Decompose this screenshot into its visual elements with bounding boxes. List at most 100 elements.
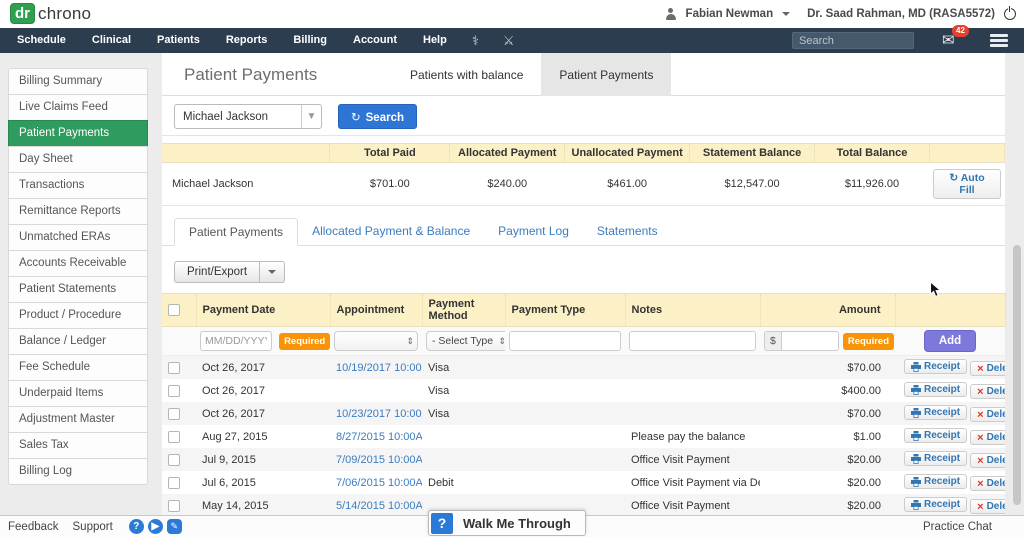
sidebar-item[interactable]: Adjustment Master [8, 406, 148, 433]
nav-reports[interactable]: Reports [213, 28, 281, 53]
delete-button[interactable]: ×Delete [970, 453, 1005, 468]
row-checkbox[interactable] [168, 453, 180, 466]
sidebar-item[interactable]: Billing Log [8, 458, 148, 485]
row-checkbox[interactable] [168, 499, 180, 512]
amount-input[interactable] [780, 331, 839, 351]
sidebar-item[interactable]: Billing Summary [8, 68, 148, 95]
nav-schedule[interactable]: Schedule [4, 28, 79, 53]
feedback-link[interactable]: Feedback [8, 521, 59, 533]
receipt-button[interactable]: Receipt [904, 428, 968, 443]
patient-select[interactable]: Michael Jackson ▼ [174, 104, 322, 129]
subtab-payment-log[interactable]: Payment Log [484, 218, 583, 245]
sidebar-item[interactable]: Accounts Receivable [8, 250, 148, 277]
caduceus-icon[interactable]: ⚕ [460, 28, 491, 53]
delete-button[interactable]: ×Delete [970, 430, 1005, 445]
row-checkbox[interactable] [168, 407, 180, 420]
delete-button[interactable]: ×Delete [970, 407, 1005, 422]
sidebar-item[interactable]: Underpaid Items [8, 380, 148, 407]
hamburger-menu-icon[interactable] [990, 31, 1008, 49]
practice-chat-link[interactable]: Practice Chat [923, 521, 992, 533]
nav-billing[interactable]: Billing [280, 28, 340, 53]
subtab-allocated-payment-balance[interactable]: Allocated Payment & Balance [298, 218, 484, 245]
sidebar-item[interactable]: Live Claims Feed [8, 94, 148, 121]
vertical-scrollbar[interactable] [1013, 60, 1022, 509]
nav-account[interactable]: Account [340, 28, 410, 53]
crossed-tools-icon[interactable]: ⚔ [491, 28, 527, 53]
appointment-link[interactable]: 5/14/2015 10:00AM [336, 500, 422, 512]
add-button[interactable]: Add [923, 330, 977, 352]
header-unallocated-payment: Unallocated Payment [564, 143, 691, 163]
subtab-patient-payments[interactable]: Patient Payments [174, 218, 299, 246]
row-checkbox[interactable] [168, 361, 180, 374]
appointment-select[interactable]: ⇕ [334, 331, 418, 351]
sidebar-item[interactable]: Transactions [8, 172, 148, 199]
receipt-button[interactable]: Receipt [904, 382, 968, 397]
scrollbar-thumb[interactable] [1013, 245, 1021, 505]
global-search-input[interactable] [792, 32, 914, 49]
select-all-checkbox[interactable] [168, 304, 180, 317]
print-export-caret-button[interactable] [260, 261, 286, 283]
receipt-button[interactable]: Receipt [904, 359, 968, 374]
delete-button[interactable]: ×Delete [970, 361, 1005, 376]
statement-balance-value: $12,547.00 [689, 162, 815, 206]
video-play-icon[interactable]: ▶ [147, 519, 163, 534]
select-stepper-icon: ⇕ [495, 336, 505, 347]
auto-fill-button[interactable]: ↻ Auto Fill [933, 169, 1001, 199]
appointment-link[interactable]: 10/19/2017 10:00AM [336, 362, 422, 374]
search-button[interactable]: ↻ Search [338, 104, 417, 129]
header-total-paid: Total Paid [329, 143, 451, 163]
payment-method-cell: Visa [428, 361, 450, 374]
amount-cell: $70.00 [847, 407, 881, 420]
sidebar-item[interactable]: Fee Schedule [8, 354, 148, 381]
header-statement-balance: Statement Balance [689, 143, 816, 163]
help-question-icon[interactable]: ? [128, 519, 144, 534]
nav-help[interactable]: Help [410, 28, 460, 53]
subtab-statements[interactable]: Statements [583, 218, 672, 245]
sidebar-item[interactable]: Patient Payments [8, 120, 148, 147]
payment-type-input[interactable] [509, 331, 621, 351]
print-export-button[interactable]: Print/Export [174, 261, 261, 283]
delete-button[interactable]: ×Delete [970, 384, 1005, 399]
payment-row: Oct 26, 2017 10/23/2017 10:00AM Visa $70… [162, 402, 1005, 425]
drchrono-logo[interactable]: dr chrono [10, 3, 91, 24]
receipt-button[interactable]: Receipt [904, 405, 968, 420]
nav-patients[interactable]: Patients [144, 28, 213, 53]
receipt-button[interactable]: Receipt [904, 497, 968, 512]
printer-icon [911, 361, 921, 372]
delete-button[interactable]: ×Delete [970, 476, 1005, 491]
tab-patients-with-balance[interactable]: Patients with balance [392, 53, 541, 96]
delete-x-icon: × [977, 385, 984, 398]
sidebar-item[interactable]: Remittance Reports [8, 198, 148, 225]
tab-patient-payments[interactable]: Patient Payments [541, 53, 672, 96]
appointment-link[interactable]: 7/06/2015 10:00AM [336, 477, 422, 489]
payment-method-select[interactable]: - Select Type⇕ [426, 331, 505, 351]
compose-pencil-icon[interactable]: ✎ [166, 519, 182, 534]
appointment-link[interactable]: 10/23/2017 10:00AM [336, 408, 422, 420]
sidebar-item[interactable]: Balance / Ledger [8, 328, 148, 355]
sidebar-item[interactable]: Day Sheet [8, 146, 148, 173]
receipt-button[interactable]: Receipt [904, 451, 968, 466]
appointment-link[interactable]: 7/09/2015 10:00AM [336, 454, 422, 466]
delete-button[interactable]: ×Delete [970, 499, 1005, 514]
row-checkbox[interactable] [168, 430, 180, 443]
sidebar-item[interactable]: Unmatched ERAs [8, 224, 148, 251]
payment-date-input[interactable] [200, 331, 272, 351]
sidebar-item[interactable]: Sales Tax [8, 432, 148, 459]
walk-me-through-button[interactable]: ? Walk Me Through [428, 510, 586, 536]
notes-input[interactable] [629, 331, 756, 351]
sidebar-item[interactable]: Patient Statements [8, 276, 148, 303]
nav-clinical[interactable]: Clinical [79, 28, 144, 53]
payment-method-cell: Visa [428, 384, 450, 397]
row-checkbox[interactable] [168, 476, 180, 489]
payment-date-cell: Oct 26, 2017 [202, 384, 265, 397]
logout-power-icon[interactable] [1004, 6, 1016, 20]
row-checkbox[interactable] [168, 384, 180, 397]
appointment-link[interactable]: 8/27/2015 10:00AM [336, 431, 422, 443]
user-menu[interactable]: Fabian Newman [686, 8, 774, 20]
receipt-button[interactable]: Receipt [904, 474, 968, 489]
sidebar-item[interactable]: Product / Procedure [8, 302, 148, 329]
payment-type-cell [505, 448, 625, 471]
payment-date-cell: Jul 6, 2015 [202, 476, 256, 489]
support-link[interactable]: Support [73, 521, 113, 533]
chevron-down-icon[interactable] [782, 12, 791, 16]
